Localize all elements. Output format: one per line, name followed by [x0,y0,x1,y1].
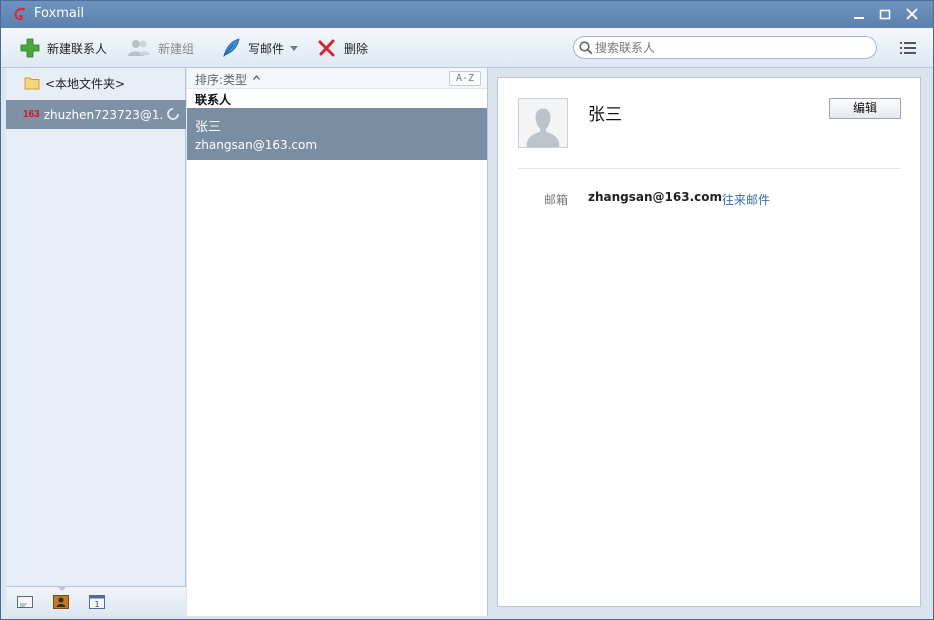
avatar-placeholder-icon [518,98,568,148]
edit-button[interactable]: 编辑 [829,98,901,119]
search-box[interactable] [573,36,877,59]
chevron-up-icon[interactable] [253,75,260,80]
write-mail-label: 写邮件 [248,41,285,56]
contact-detail-name: 张三 [588,105,622,125]
minimize-icon[interactable] [850,6,868,22]
plus-icon [20,38,40,58]
contact-group-header: 联系人 [195,93,232,107]
new-group-label: 新建组 [158,41,195,56]
mail-163-badge: 163 [23,109,40,120]
contact-name: 张三 [195,120,222,135]
new-contact-button[interactable]: 新建联系人 [20,36,107,60]
contact-list-pane: 排序:类型 A-Z 联系人 张三 zhangsan@163.com [187,68,488,616]
contact-detail-card: 张三 编辑 邮箱 zhangsan@163.com 往来邮件 [497,77,921,607]
sort-type-button[interactable]: 排序:类型 [195,71,247,88]
delete-x-icon [318,39,335,57]
maximize-icon[interactable] [876,6,894,22]
local-folder-label: <本地文件夹> [45,76,126,91]
group-icon [128,40,150,56]
contacts-icon[interactable] [53,595,69,609]
menu-list-icon[interactable] [899,40,917,56]
app-title: Foxmail [34,6,85,21]
delete-button[interactable]: 删除 [317,36,368,60]
sidebar: <本地文件夹> 163 zhuzhen723723@1... 1 [6,68,186,616]
mail-history-link[interactable]: 往来邮件 [722,191,770,208]
feather-pen-icon [223,38,240,58]
close-icon[interactable] [903,6,921,22]
chevron-down-icon[interactable] [290,45,299,51]
title-bar: Foxmail [1,1,933,28]
search-icon [579,41,593,55]
foxmail-logo-icon [14,7,25,20]
write-mail-button[interactable]: 写邮件 [221,36,299,60]
contact-email: zhangsan@163.com [195,138,318,152]
sidebar-bottom-nav: 1 [6,586,186,616]
delete-label: 删除 [344,41,369,56]
contact-list-item[interactable]: 张三 zhangsan@163.com [187,108,487,160]
toolbar: 新建联系人 新建组 写邮件 删除 [1,28,933,68]
folder-icon [24,77,40,90]
sync-spinner-icon [167,108,179,120]
sidebar-item-account[interactable]: 163 zhuzhen723723@1... [6,100,186,129]
search-input[interactable] [595,39,870,56]
mail-icon[interactable] [17,595,33,609]
new-contact-label: 新建联系人 [47,41,108,56]
contact-detail-area: 张三 编辑 邮箱 zhangsan@163.com 往来邮件 [489,68,933,616]
new-group-button[interactable]: 新建组 [127,36,194,60]
divider [518,168,901,169]
svg-text:1: 1 [94,600,99,609]
foxmail-window: Foxmail 新建联系人 新建组 写邮件 删除 搜索联系人 <本地文件夹> 1… [0,0,934,620]
email-field-label: 邮箱 [544,193,569,207]
active-nav-indicator [57,586,67,591]
account-label: zhuzhen723723@1... [43,107,164,122]
sidebar-item-local-folder[interactable]: <本地文件夹> [6,68,186,98]
az-index-button[interactable]: A-Z [449,71,481,86]
email-field-value[interactable]: zhangsan@163.com [588,190,722,204]
calendar-icon[interactable]: 1 [89,595,105,609]
list-header: 排序:类型 A-Z [187,68,487,89]
